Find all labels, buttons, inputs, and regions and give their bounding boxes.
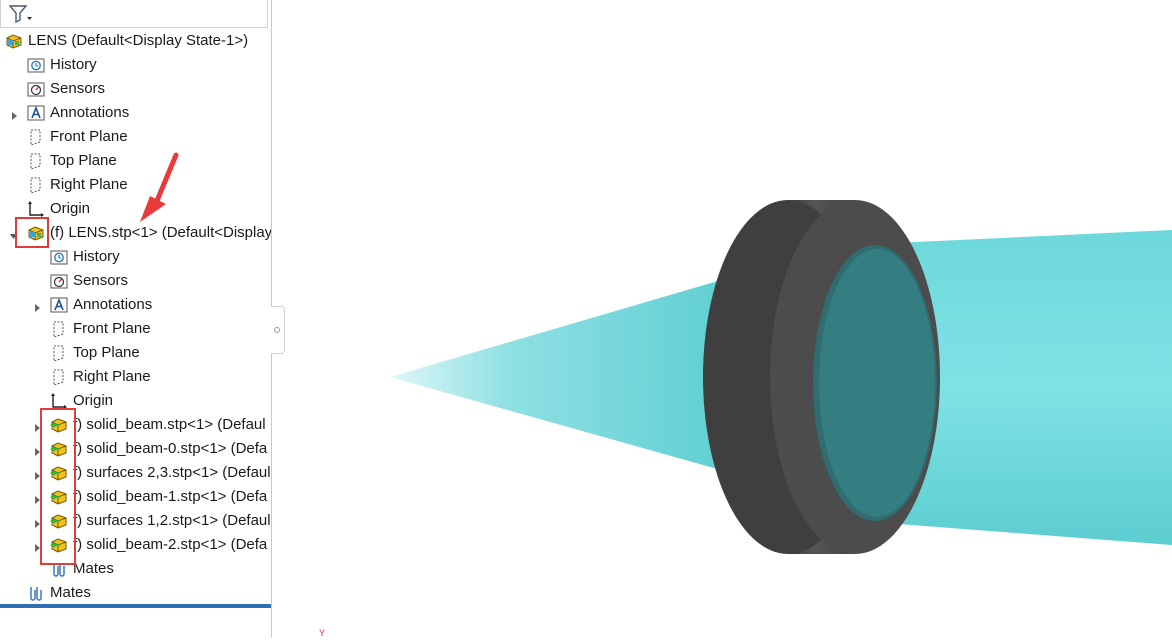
tree-sub-mates[interactable]: Mates bbox=[0, 557, 270, 581]
tree-bottom-divider bbox=[0, 604, 271, 608]
tree-filter-bar[interactable] bbox=[0, 0, 268, 28]
sensors-icon bbox=[49, 272, 69, 290]
tree-item-front-plane[interactable]: Front Plane bbox=[0, 125, 270, 149]
history-icon bbox=[49, 248, 69, 266]
expand-arrow-icon[interactable] bbox=[32, 468, 42, 480]
triad-y-label: Y bbox=[319, 628, 325, 638]
plane-icon bbox=[26, 128, 46, 146]
tree-item-label: Origin bbox=[50, 200, 91, 217]
tree-item-origin[interactable]: Origin bbox=[0, 197, 270, 221]
mates-icon bbox=[49, 560, 69, 578]
tree-item-sensors[interactable]: Sensors bbox=[0, 77, 270, 101]
tree-item-right-plane[interactable]: Right Plane bbox=[0, 173, 270, 197]
expand-arrow-icon[interactable] bbox=[32, 492, 42, 504]
tree-root-lens[interactable]: LENS (Default<Display State-1>) bbox=[0, 29, 270, 53]
tree-sub-item-top-plane[interactable]: Top Plane bbox=[0, 341, 270, 365]
funnel-filter-icon[interactable] bbox=[9, 4, 33, 24]
part-icon bbox=[49, 464, 69, 482]
tree-item-label: Top Plane bbox=[73, 344, 140, 361]
tree-item-top-plane[interactable]: Top Plane bbox=[0, 149, 270, 173]
tree-item-label: f) solid_beam-0.stp<1> (Defa bbox=[73, 440, 268, 457]
plane-icon bbox=[26, 152, 46, 170]
origin-icon bbox=[26, 200, 46, 218]
tree-sub-item-right-plane[interactable]: Right Plane bbox=[0, 365, 270, 389]
tree-item-label: History bbox=[50, 56, 97, 73]
tree-item-annotations[interactable]: Annotations bbox=[0, 101, 270, 125]
tree-part-3[interactable]: f) solid_beam-1.stp<1> (Defa bbox=[0, 485, 270, 509]
expand-arrow-icon[interactable] bbox=[32, 540, 42, 552]
tree-item-label: Front Plane bbox=[50, 128, 128, 145]
assembly-icon bbox=[4, 32, 24, 50]
tree-root-mates[interactable]: Mates bbox=[0, 581, 270, 605]
annotations-icon bbox=[49, 296, 69, 314]
graphics-viewport[interactable]: Y bbox=[273, 0, 1172, 638]
part-icon bbox=[49, 536, 69, 554]
history-icon bbox=[26, 56, 46, 74]
expand-arrow-icon[interactable] bbox=[32, 516, 42, 528]
expand-arrow-icon[interactable] bbox=[32, 300, 42, 312]
tree-item-label: Right Plane bbox=[73, 368, 151, 385]
tree-item-label: Origin bbox=[73, 392, 114, 409]
part-icon bbox=[49, 440, 69, 458]
tree-sub-item-origin[interactable]: Origin bbox=[0, 389, 270, 413]
tree-item-label: Front Plane bbox=[73, 320, 151, 337]
feature-manager-tree: LENS (Default<Display State-1>) History Se… bbox=[0, 0, 272, 638]
plane-icon bbox=[26, 176, 46, 194]
tree-item-label: Annotations bbox=[73, 296, 153, 313]
annotation-arrow bbox=[140, 152, 179, 222]
tree-sub-item-annotations[interactable]: Annotations bbox=[0, 293, 270, 317]
tree-item-label: f) surfaces 1,2.stp<1> (Defaul bbox=[73, 512, 271, 529]
tree-item-label: f) solid_beam-2.stp<1> (Defa bbox=[73, 536, 268, 553]
tree-item-label: LENS (Default<Display State-1>) bbox=[28, 32, 249, 49]
tree-subassembly-lens-stp[interactable]: (f) LENS.stp<1> (Default<Display bbox=[0, 221, 271, 245]
tree-item-label: Annotations bbox=[50, 104, 130, 121]
tree-item-label: Mates bbox=[50, 584, 91, 601]
tree-item-history[interactable]: History bbox=[0, 53, 270, 77]
sensors-icon bbox=[26, 80, 46, 98]
tree-part-4[interactable]: f) surfaces 1,2.stp<1> (Defaul bbox=[0, 509, 271, 533]
tree-item-label: f) surfaces 2,3.stp<1> (Defaul bbox=[73, 464, 271, 481]
tree-item-label: Mates bbox=[73, 560, 114, 577]
tree-sub-item-history[interactable]: History bbox=[0, 245, 270, 269]
tree-item-label: f) solid_beam.stp<1> (Defaul bbox=[73, 416, 266, 433]
expand-arrow-icon[interactable] bbox=[32, 420, 42, 432]
plane-icon bbox=[49, 344, 69, 362]
tree-sub-item-front-plane[interactable]: Front Plane bbox=[0, 317, 270, 341]
mates-icon bbox=[26, 584, 46, 602]
tree-item-label: Sensors bbox=[73, 272, 129, 289]
origin-icon bbox=[49, 392, 69, 410]
part-icon bbox=[49, 488, 69, 506]
lens-housing[interactable] bbox=[703, 200, 940, 554]
tree-item-label: Top Plane bbox=[50, 152, 117, 169]
tree-item-label: Right Plane bbox=[50, 176, 128, 193]
collapse-arrow-icon[interactable] bbox=[9, 228, 19, 239]
plane-icon bbox=[49, 320, 69, 338]
tree-part-0[interactable]: f) solid_beam.stp<1> (Defaul bbox=[0, 413, 270, 437]
expand-arrow-icon[interactable] bbox=[9, 108, 19, 120]
part-icon bbox=[49, 512, 69, 530]
part-icon bbox=[49, 416, 69, 434]
tree-part-2[interactable]: f) surfaces 2,3.stp<1> (Defaul bbox=[0, 461, 271, 485]
tree-item-label: f) solid_beam-1.stp<1> (Defa bbox=[73, 488, 268, 505]
tree-item-label: Sensors bbox=[50, 80, 106, 97]
tree-item-label: History bbox=[73, 248, 120, 265]
plane-icon bbox=[49, 368, 69, 386]
annotations-icon bbox=[26, 104, 46, 122]
tree-sub-item-sensors[interactable]: Sensors bbox=[0, 269, 270, 293]
input-beam-cone[interactable] bbox=[390, 278, 728, 472]
tree-part-5[interactable]: f) solid_beam-2.stp<1> (Defa bbox=[0, 533, 270, 557]
tree-part-1[interactable]: f) solid_beam-0.stp<1> (Defa bbox=[0, 437, 270, 461]
assembly-icon bbox=[26, 224, 46, 242]
expand-arrow-icon[interactable] bbox=[32, 444, 42, 456]
